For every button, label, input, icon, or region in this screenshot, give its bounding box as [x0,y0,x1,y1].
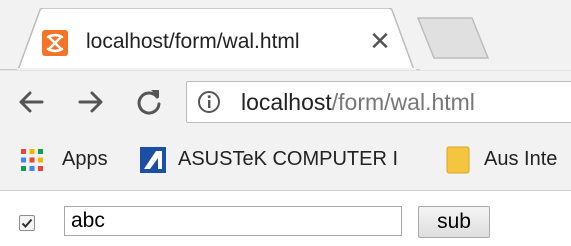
url-host: localhost [241,89,332,115]
address-bar[interactable]: localhost/form/wal.html [186,81,571,123]
reload-icon[interactable] [132,85,166,119]
browser-chrome: localhost/form/wal.html ✕ localhost/form… [0,0,571,191]
page-content: sub [0,191,571,246]
bookmark-aus-inte[interactable]: Aus Inte [484,148,557,171]
checkbox[interactable] [19,215,35,231]
folder-icon [446,146,470,174]
info-icon[interactable] [197,90,221,114]
text-input[interactable] [64,206,402,236]
submit-button[interactable]: sub [418,206,490,238]
checkmark-icon [21,218,33,228]
close-tab-icon[interactable]: ✕ [366,27,394,55]
bookmark-asus[interactable]: ASUSTeK COMPUTER I [178,148,398,171]
bookmark-apps[interactable]: Apps [62,148,108,171]
tab-strip: localhost/form/wal.html ✕ [0,0,571,70]
url-path: /form/wal.html [331,89,475,115]
asus-icon [140,147,166,173]
new-tab-button[interactable] [416,16,490,60]
apps-grid-icon [21,149,43,171]
xampp-icon [42,30,68,56]
url-text[interactable]: localhost/form/wal.html [241,89,475,116]
forward-arrow-icon[interactable] [74,85,108,119]
bookmarks-bar: Apps ASUSTeK COMPUTER I Aus Inte [0,130,571,191]
active-tab[interactable]: localhost/form/wal.html ✕ [0,8,420,70]
tab-title: localhost/form/wal.html [86,30,300,53]
navigation-toolbar: localhost/form/wal.html [0,70,571,131]
back-arrow-icon[interactable] [14,85,48,119]
